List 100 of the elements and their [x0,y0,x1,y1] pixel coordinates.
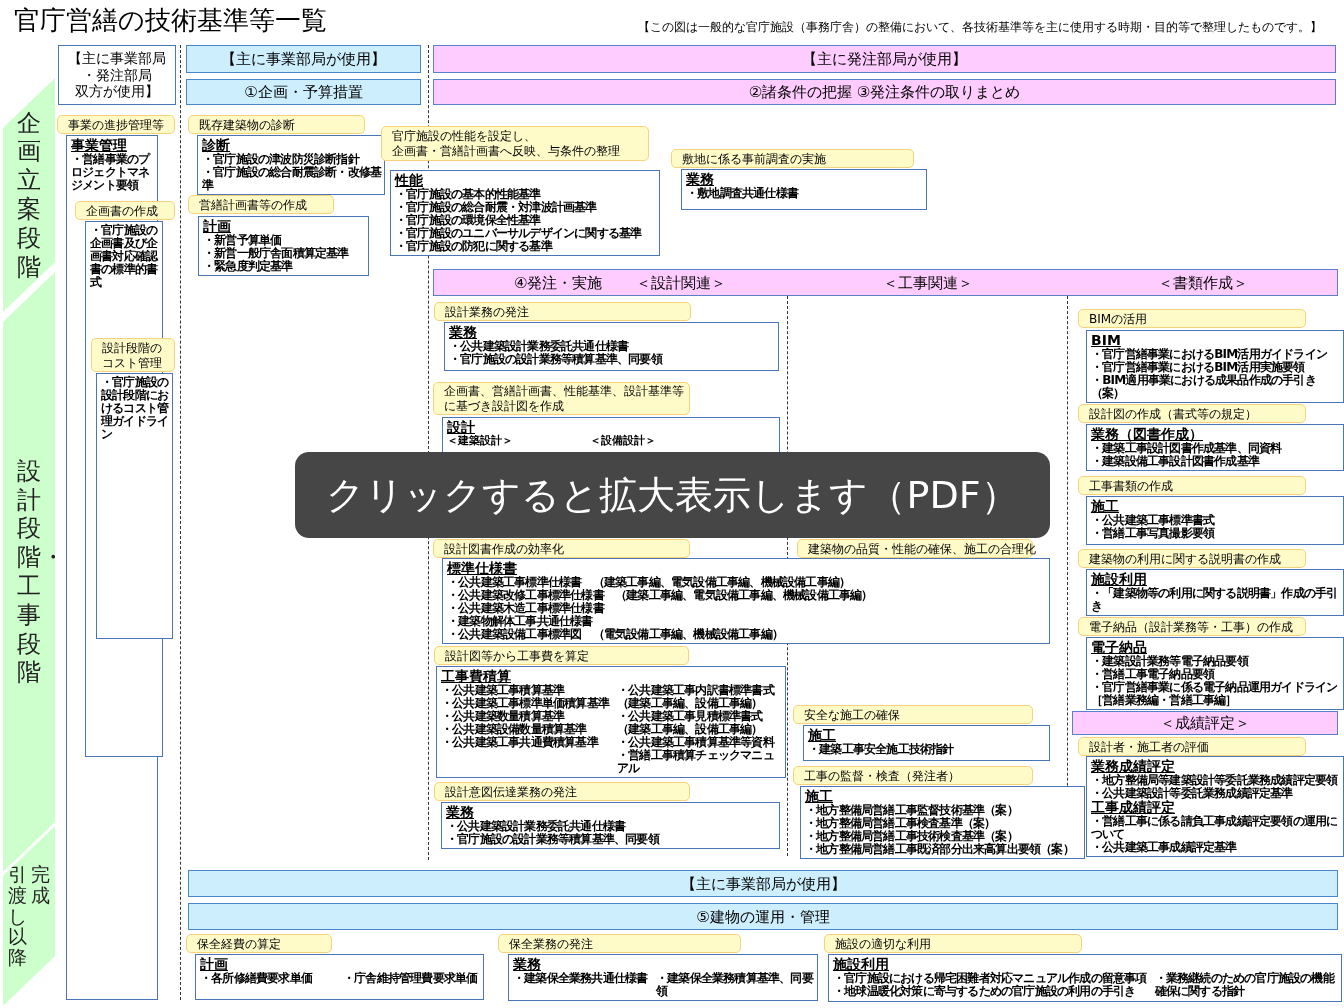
list-item: ・営繕工事電子納品要領 [1091,668,1215,681]
purpose-label: 設計業務の発注 [434,302,691,321]
card-title: 施工 [805,789,833,804]
banner-text: ＜書類作成＞ [1157,273,1248,292]
list-item: ・公共建築工事積算基準等資料 [617,736,776,749]
purpose-label: 既存建築物の診断 [188,115,365,134]
list-item: ・官庁営繕事業におけるBIM活用実施要領 [1091,361,1305,374]
list-item: ・公共建築工事見積標準書式 [617,710,764,723]
purpose-label: 施設の適切な利用 [824,934,1082,953]
list-item: ・公共建築工事成績評定基準 [1091,841,1238,854]
list-item: ・地方整備局営繕工事既済部分出来高算出要領（案） [805,843,1075,856]
list-item: ・建築設計業務等電子納品要領 [1091,655,1250,668]
list-item: ・公共建築設計業務委託共通仕様書 [446,820,627,833]
list-item: ・官庁施設の環境保全性基準 [395,214,542,227]
list-item: ・地方整備局等建築設計等委託業務成績評定要領 [1091,774,1339,787]
list-item: ・庁舎維持管理費要求単価 [343,972,478,985]
list-item: ・営繕工事写真撮影要領 [1091,527,1216,540]
list-item: ・公共建築工事標準書式 [1091,514,1216,527]
list-item: ・公共建築工事内訳書標準書式 [617,684,776,697]
purpose-label: 工事の監督・検査（発注者） [793,766,1033,785]
list-item: ・公共建築設計等委託業務成績評定基準 [1091,787,1294,800]
list-item: ・官庁施設の企画書及び企画書対応確認書の標準的書式 [90,224,159,289]
purpose-label: 設計図書作成の効率化 [433,539,690,558]
card-title: 施設利用 [1091,572,1147,587]
purpose-label: 電子納品（設計業務等・工事）の作成 [1078,617,1306,636]
card-title: 施設利用 [833,957,889,972]
list-item: ・官庁施設の総合耐震診断・改修基準 [202,166,382,192]
purpose-label: 建築物の利用に関する説明書の作成 [1078,549,1306,568]
card-title: 工事費積算 [441,669,511,684]
purpose-label: 官庁施設の性能を設定し、 企画書・営繕計画書へ反映、与条件の整理 [381,126,649,161]
purpose-label: 安全な施工の確保 [793,705,1033,724]
list-item: ・公共建築設計業務委託共通仕様書 [449,340,630,353]
list-item: ・「建築物等の利用に関する説明書」作成の手引き [1091,587,1339,613]
card-title: BIM [1091,333,1121,348]
list-item: ・BIM適用事業における成果品作成の手引き（案） [1091,374,1317,400]
purpose-label: 企画書の作成 [75,201,175,220]
purpose-label: 保全経費の算定 [186,934,332,953]
card-title: 業務成績評定 [1091,759,1175,774]
purpose-label: 工事書類の作成 [1078,476,1306,495]
list-item: ・建築工事設計図書作成基準、同資料 [1091,442,1283,455]
section-banner: 【主に発注部局が使用】 [433,45,1336,73]
list-item: ・公共建築工事標準仕様書 （建築工事編、電気設備工事編、機械設備工事編） [447,576,851,589]
page-title: 官庁営繕の技術基準等一覧 [14,4,327,37]
list-item: ［営繕業務編・営繕工事編］ [1091,694,1237,707]
card-title: 診断 [202,138,230,153]
section-banner: ①企画・予算措置 [186,79,421,105]
list-item: ・官庁施設の設計業務等積算基準、同要領 [446,833,661,846]
card-title: 業務 [446,805,474,820]
list-item: ・公共建築数量積算基準 [441,710,565,723]
card-title: 工事成績評定 [1091,800,1175,815]
list-item: ・新営一般庁舎面積算定基準 [203,247,350,260]
list-item: ・官庁施設の津波防災診断指針 [202,153,361,166]
list-item: ・公共建築設備工事標準図 （電気設備工事編、機械設備工事編） [447,628,784,641]
card-title: 設計 [447,420,475,435]
list-item: ・官庁施設の基本的性能基準 [395,188,542,201]
list-item: ・官庁施設の設計段階におけるコスト管理ガイドライン [101,376,170,441]
list-item: ・各所修繕費要求単価 [200,972,314,985]
list-item: ・建築保全業務共通仕様書 [513,972,648,985]
list-item: ・業務継続のための官庁施設の機能確保に関する指針 [1154,972,1336,998]
enlarge-hint[interactable]: クリックすると拡大表示します（PDF） [295,452,1050,538]
list-item: ・敷地調査共通仕様書 [686,187,800,200]
list-item: ・公共建築設備数量積算基準 [441,723,587,736]
purpose-label: 設計図の作成（書式等の規定） [1078,404,1306,423]
card-title: 業務 [513,957,541,972]
card-title: 計画 [200,957,228,972]
list-item: ・営繕工事積算チェックマニュアル [617,749,774,775]
list-heading: ＜建築設計＞ [447,435,514,447]
section-banner: 【主に事業部局が使用】 [188,870,1338,897]
list-item: （建築工事編、設備工事編） [617,697,763,710]
list-item: ・官庁施設の総合耐震・対津波計画基準 [395,201,598,214]
list-item: ・建築工事安全施工技術指針 [808,743,955,756]
card-title: 標準仕様書 [447,561,517,576]
banner-text: ＜工事関連＞ [883,273,973,292]
list-item: ・建築設備工事設計図書作成基準 [1091,455,1260,468]
list-item: ・公共建築工事積算基準 [441,684,566,697]
list-item: ・官庁施設の設計業務等積算基準、同要領 [449,353,664,366]
section-banner: ⑤建物の運用・管理 [188,903,1338,930]
list-item: ・緊急度判定基準 [203,260,293,273]
card-title: 業務 [449,325,477,340]
list-item: ・営繕事業のプロジェクトマネジメント要領 [71,153,152,192]
section-banner: 【主に事業部局 ・発注部局 双方が使用】 [58,45,176,105]
purpose-label: 企画書、営繕計画書、性能基準、設計基準等 に基づき設計図を作成 [433,382,690,415]
list-item: ・地方整備局営繕工事監督技術基準（案） [805,804,1019,817]
list-item: ・新営予算単価 [203,234,283,247]
card-title: 電子納品 [1091,640,1147,655]
list-item: ・公共建築改修工事標準仕様書 （建築工事編、電気設備工事編、機械設備工事編） [447,589,874,602]
banner-text: ＜設計関連＞ [636,273,727,292]
card-title: 施工 [1091,499,1119,514]
purpose-label: 設計図等から工事費を算定 [434,646,689,665]
list-item: ・公共建築木造工事標準仕様書 [447,602,606,615]
card-title: 計画 [203,219,231,234]
list-item: （建築工事編、設備工事編） [617,723,763,736]
purpose-label: BIMの活用 [1078,309,1306,328]
purpose-label: 営繕計画書等の作成 [188,195,334,214]
list-item: ・官庁営繕事業におけるBIM活用ガイドライン [1091,348,1328,361]
list-item: ・建築物解体工事共通仕様書 [447,615,593,628]
purpose-label: 敷地に係る事前調査の実施 [671,149,914,168]
section-banner: ＜成績評定＞ [1072,711,1338,735]
purpose-label: 設計段階の コスト管理 [91,338,175,372]
list-item: ・官庁施設における帰宅困難者対応マニュアル作成の留意事項 [833,972,1147,985]
